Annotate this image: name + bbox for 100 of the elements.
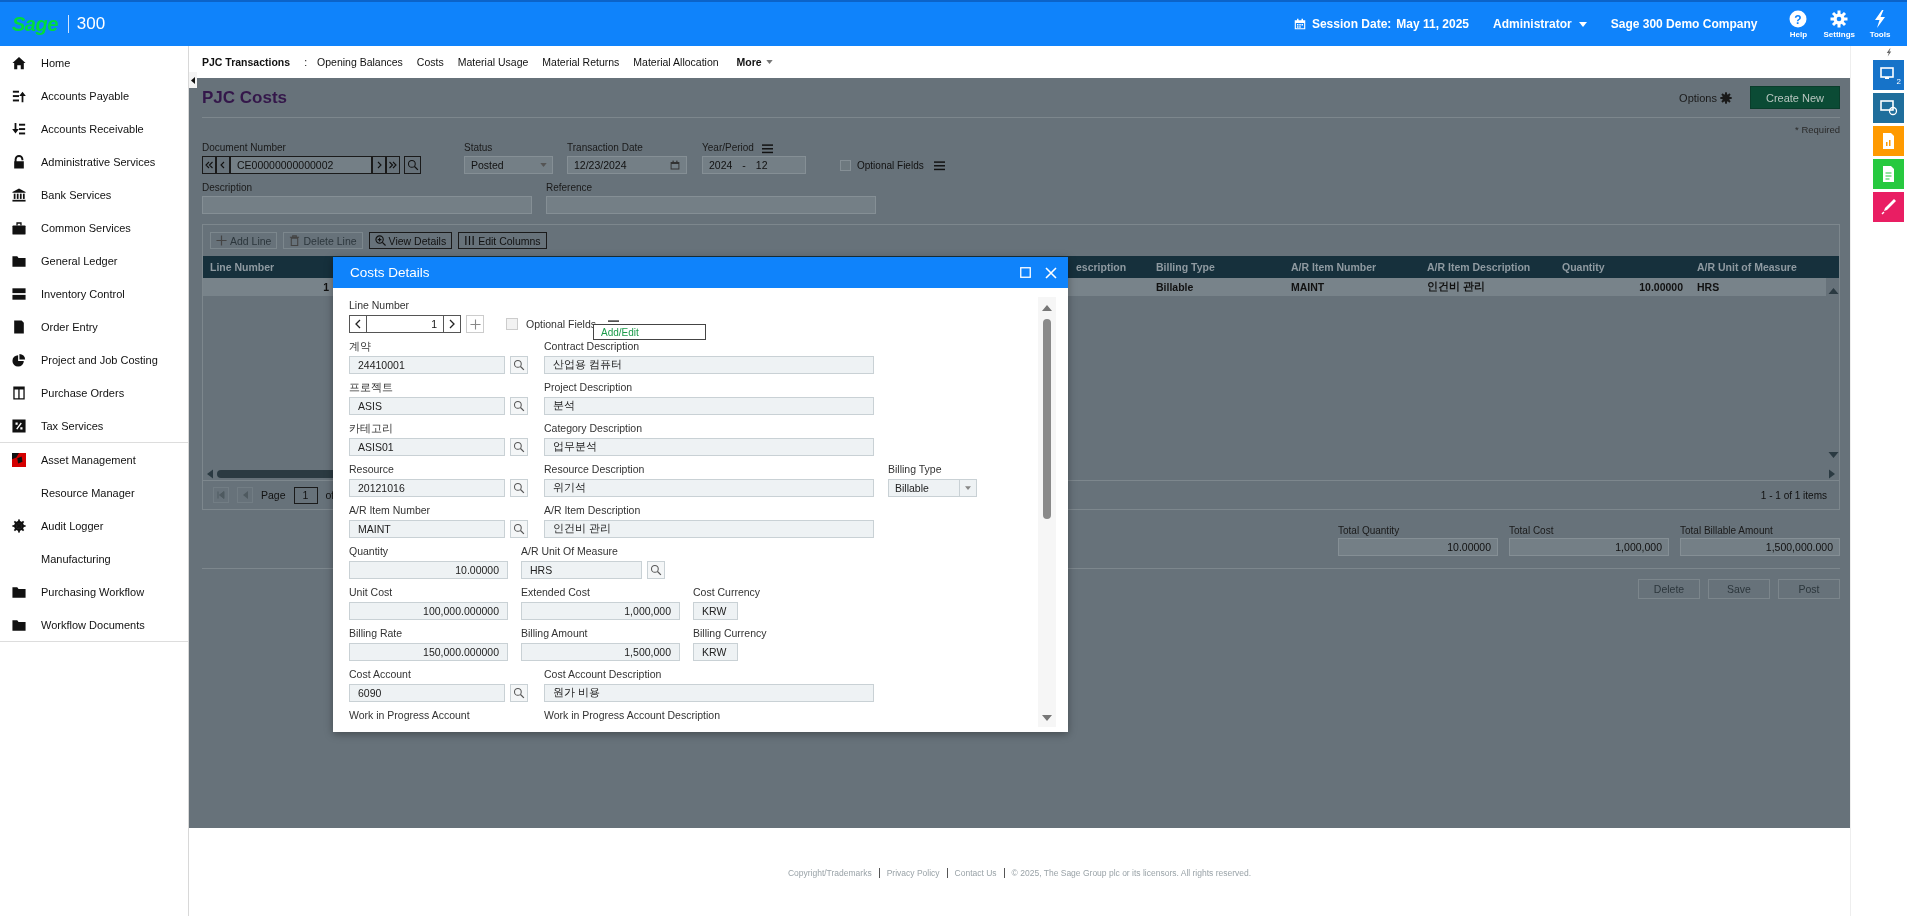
pen-icon <box>1879 198 1898 216</box>
more-menu[interactable]: More <box>736 56 773 68</box>
input-field[interactable]: 산업용 컴퓨터 <box>544 356 874 374</box>
input-field[interactable]: 10.00000 <box>349 561 508 579</box>
input-field[interactable]: 위기석 <box>544 479 874 497</box>
sidebar-item[interactable]: Accounts Receivable <box>0 112 188 145</box>
bank-icon <box>12 187 26 202</box>
input-field[interactable]: KRW <box>693 602 738 620</box>
menu-item[interactable]: Add/Edit <box>601 326 639 338</box>
create-new-button[interactable]: Create New <box>1750 86 1840 109</box>
sidebar-item[interactable]: Tax Services <box>0 409 188 442</box>
page-input[interactable]: 1 <box>293 486 318 504</box>
input-field[interactable]: 24410001 <box>349 356 505 374</box>
input-field[interactable] <box>202 196 532 214</box>
year-period-field[interactable]: 2024 - 12 <box>702 156 806 174</box>
nav-link[interactable]: Material Allocation <box>633 56 719 68</box>
drawers-icon <box>12 286 26 301</box>
column-header[interactable]: Line Number <box>203 261 336 273</box>
input-field[interactable]: 6090 <box>349 684 505 702</box>
sidebar-item[interactable]: Purchasing Workflow <box>0 575 188 608</box>
input-field[interactable]: 100,000.000000 <box>349 602 508 620</box>
sidebar-item[interactable]: Administrative Services <box>0 145 188 178</box>
columns-button[interactable]: Edit Columns <box>458 232 547 249</box>
pen-button[interactable] <box>1873 192 1904 222</box>
search-button[interactable] <box>404 156 421 174</box>
field-label: Contract Description <box>544 339 641 353</box>
zoom-in-icon <box>374 235 386 246</box>
line-number-field[interactable]: 1 <box>349 315 461 333</box>
search-icon <box>513 441 525 453</box>
add-button[interactable] <box>466 315 484 333</box>
sidebar-item[interactable]: Project and Job Costing <box>0 343 188 376</box>
monitor-button[interactable]: 2 <box>1873 60 1904 90</box>
sidebar-item[interactable]: General Ledger <box>0 244 188 277</box>
input-field[interactable]: 분석 <box>544 397 874 415</box>
document-button[interactable] <box>1873 159 1904 189</box>
next-button[interactable] <box>372 156 386 174</box>
field-label: Unit Cost <box>349 585 394 599</box>
last-button[interactable] <box>386 156 400 174</box>
page-label: Page <box>261 489 286 501</box>
sidebar-item[interactable]: Resource Manager <box>0 476 188 509</box>
previous-button[interactable] <box>216 156 230 174</box>
input-field[interactable]: 1,000,000 <box>521 602 680 620</box>
sidebar-item[interactable]: Inventory Control <box>0 277 188 310</box>
input-field[interactable]: HRS <box>521 561 642 579</box>
input-field[interactable]: KRW <box>693 643 738 661</box>
sidebar-item[interactable]: Order Entry <box>0 310 188 343</box>
sidebar-item[interactable]: Asset Management <box>0 443 188 476</box>
field-label: Status <box>464 141 493 155</box>
options-button[interactable]: Options <box>1679 91 1732 104</box>
search-icon <box>513 523 525 535</box>
sidebar-item[interactable]: Audit Logger <box>0 509 188 542</box>
input-field[interactable]: ASIS01 <box>349 438 505 456</box>
view-button[interactable]: View Details <box>368 232 453 249</box>
input-field[interactable]: 업무분석 <box>544 438 874 456</box>
sidebar-item[interactable]: Bank Services <box>0 178 188 211</box>
input-field[interactable]: 1,500,000 <box>521 643 680 661</box>
billing-type-dropdown[interactable]: Billable <box>888 479 977 497</box>
column-header[interactable]: A/R Unit of Measure <box>1690 261 1826 273</box>
column-header[interactable]: A/R Item Number <box>1284 261 1420 273</box>
column-header[interactable]: Quantity <box>1555 261 1690 273</box>
input-field[interactable]: 150,000.000000 <box>349 643 508 661</box>
field-label: Billing Amount <box>521 626 589 640</box>
checkbox[interactable] <box>506 318 518 330</box>
sidebar-collapse-button[interactable] <box>189 72 197 88</box>
sidebar-item[interactable]: Workflow Documents <box>0 608 188 641</box>
sidebar-item[interactable]: Accounts Payable <box>0 79 188 112</box>
status-dropdown[interactable]: Posted <box>464 156 553 174</box>
monitor-clock-button[interactable] <box>1873 93 1904 123</box>
column-header[interactable]: A/R Item Description <box>1420 261 1555 273</box>
sidebar-item[interactable]: Home <box>0 46 188 79</box>
nav-link[interactable]: Opening Balances <box>317 56 403 68</box>
sidebar-item[interactable]: Purchase Orders <box>0 376 188 409</box>
sidebar-item[interactable]: Common Services <box>0 211 188 244</box>
column-header[interactable]: Billing Type <box>1149 261 1284 273</box>
field-label: Line Number <box>349 298 411 312</box>
first-button[interactable] <box>202 156 216 174</box>
nav-link[interactable]: Costs <box>416 56 444 68</box>
items-summary: 1 - 1 of 1 items <box>1760 489 1827 501</box>
home-icon <box>12 55 26 70</box>
input-field[interactable]: 원가 비용 <box>544 684 874 702</box>
settings-button[interactable]: Settings <box>1823 9 1855 39</box>
chart-document-button[interactable] <box>1873 126 1904 156</box>
input-field[interactable] <box>546 196 876 214</box>
plus-icon <box>469 318 481 330</box>
input-field[interactable]: MAINT <box>349 520 505 538</box>
help-button[interactable]: ? Help <box>1785 9 1812 39</box>
input-field[interactable]: 인건비 관리 <box>544 520 874 538</box>
date-field[interactable]: 12/23/2024 <box>567 156 687 174</box>
user-menu[interactable]: Administrator <box>1493 17 1587 31</box>
input-field[interactable]: CE00000000000002 <box>230 156 372 174</box>
sidebar-item[interactable]: Manufacturing <box>0 542 188 575</box>
logo-text: Sage <box>12 12 58 36</box>
checkbox[interactable] <box>840 160 851 171</box>
total-field: 1,500,000.000 <box>1680 538 1840 556</box>
column-header[interactable]: escription <box>1069 261 1149 273</box>
nav-link[interactable]: Material Usage <box>457 56 529 68</box>
tools-button[interactable]: Tools <box>1867 9 1893 39</box>
input-field[interactable]: 20121016 <box>349 479 505 497</box>
input-field[interactable]: ASIS <box>349 397 505 415</box>
nav-link[interactable]: Material Returns <box>542 56 620 68</box>
